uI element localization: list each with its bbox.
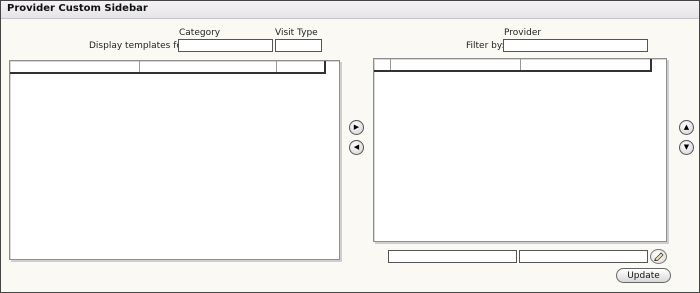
templates-column-3[interactable] <box>277 61 324 72</box>
templates-column-2[interactable] <box>140 61 277 72</box>
provider-list-header <box>374 59 652 72</box>
templates-list-header <box>10 61 326 74</box>
move-right-button[interactable]: ▶ <box>349 120 364 135</box>
edit-button[interactable] <box>650 249 667 264</box>
templates-list[interactable] <box>9 60 340 260</box>
provider-custom-sidebar-window: Provider Custom Sidebar Category Visit T… <box>0 0 700 293</box>
provider-bottom-field-1[interactable] <box>388 250 517 263</box>
window-title: Provider Custom Sidebar <box>7 3 148 14</box>
update-button[interactable]: Update <box>616 268 671 283</box>
provider-list[interactable] <box>373 58 667 242</box>
move-up-button[interactable]: ▲ <box>679 120 694 135</box>
arrow-down-icon: ▼ <box>683 143 690 151</box>
pencil-icon <box>654 252 664 261</box>
arrow-right-icon: ▶ <box>353 123 360 131</box>
visit-type-field[interactable] <box>275 39 322 52</box>
arrow-up-icon: ▲ <box>683 123 690 131</box>
visit-type-label: Visit Type <box>275 28 318 38</box>
category-field[interactable] <box>178 39 273 52</box>
move-down-button[interactable]: ▼ <box>679 140 694 155</box>
move-left-button[interactable]: ◀ <box>349 140 364 155</box>
filter-by-label: Filter by: <box>466 41 505 51</box>
provider-filter-field[interactable] <box>503 39 648 52</box>
display-templates-label: Display templates for: <box>89 41 189 51</box>
provider-column-1[interactable] <box>374 59 391 70</box>
title-bar: Provider Custom Sidebar <box>1 1 699 19</box>
provider-column-2[interactable] <box>391 59 521 70</box>
provider-bottom-field-2[interactable] <box>519 250 648 263</box>
provider-column-3[interactable] <box>521 59 650 70</box>
templates-column-1[interactable] <box>10 61 140 72</box>
category-label: Category <box>179 28 221 38</box>
provider-label: Provider <box>504 28 542 38</box>
arrow-left-icon: ◀ <box>353 143 360 151</box>
